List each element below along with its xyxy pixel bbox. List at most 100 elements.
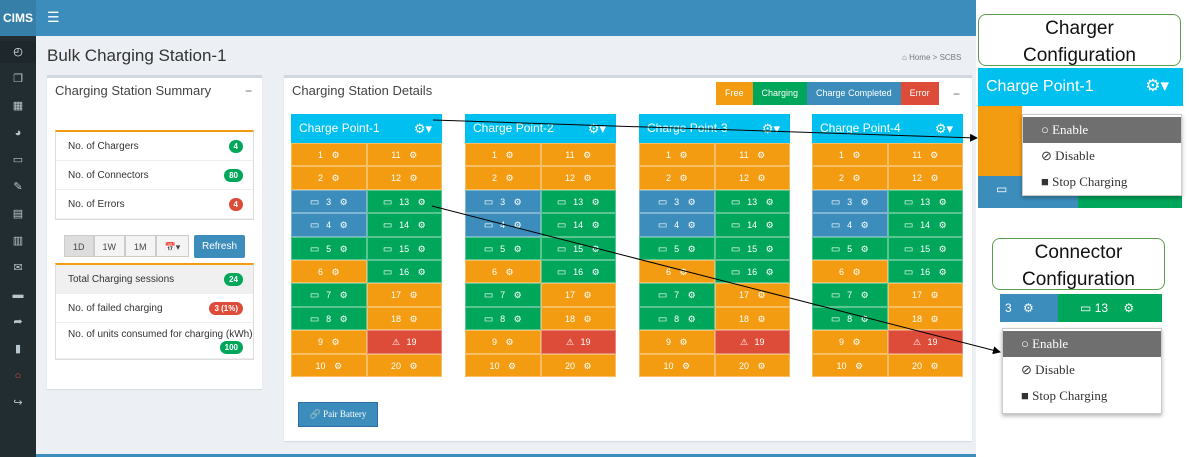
gear-icon[interactable]: ⚙ (589, 267, 600, 277)
connector-cell[interactable]: ▭ 3 ⚙ (639, 189, 715, 214)
copy-icon[interactable]: ❐ (0, 68, 36, 90)
gear-icon[interactable]: ⚙ (505, 361, 516, 371)
connector-cell[interactable]: 9 ⚙ (465, 330, 541, 354)
connector-cell[interactable]: ▭ 14 ⚙ (887, 213, 963, 237)
connector-cell[interactable]: ▭ 8 ⚙ (465, 306, 541, 331)
connector-cell[interactable]: ▭ 8 ⚙ (639, 306, 715, 331)
gear-icon[interactable]: ⚙ (755, 173, 765, 183)
gear-icon[interactable]: ⚙ (331, 361, 342, 371)
connector-cell[interactable]: ▭ 16 ⚙ (887, 259, 963, 284)
connector-cell[interactable]: 17 ⚙ (714, 283, 790, 307)
gear-icon[interactable]: ⚙ (928, 173, 938, 183)
connector-cell[interactable]: 2 ⚙ (291, 166, 367, 190)
gear-icon[interactable]: ⚙ (503, 150, 513, 160)
gear-icon[interactable]: ⚙ (850, 337, 860, 347)
connector-cell[interactable]: ⚠ 19 (714, 330, 790, 354)
connector-cell[interactable]: 18 ⚙ (540, 306, 616, 331)
connector-cell[interactable]: ▭ 5 ⚙ (291, 236, 367, 260)
connector-cell[interactable]: 2 ⚙ (465, 166, 541, 190)
gear-icon[interactable]: ⚙ (928, 150, 938, 160)
gear-icon[interactable]: ⚙ (589, 244, 600, 254)
gear-icon[interactable]: ⚙▾ (762, 114, 780, 143)
gear-icon[interactable]: ⚙ (503, 267, 513, 277)
gear-icon[interactable]: ⚙ (407, 150, 417, 160)
gear-icon[interactable]: ⚙ (679, 361, 690, 371)
connector-cell[interactable]: ▭ 7 ⚙ (812, 283, 888, 307)
gear-icon[interactable]: ⚙ (407, 290, 417, 300)
connector-cell[interactable]: ▭ 14 ⚙ (714, 213, 790, 237)
gear-icon[interactable]: ⚙ (936, 220, 947, 230)
gear-icon[interactable]: ⚙ (337, 314, 348, 324)
calendar-icon[interactable]: ▥ (0, 230, 36, 252)
gear-icon[interactable]: ⚙ (589, 220, 600, 230)
connector-cell[interactable]: ⚠ 19 (887, 330, 963, 354)
gear-icon[interactable]: ⚙▾ (935, 114, 953, 143)
connector-cell[interactable]: 6 ⚙ (465, 259, 541, 284)
connector-cell[interactable]: ▭ 4 ⚙ (465, 213, 541, 237)
connector-cell[interactable]: ▭ 16 ⚙ (714, 259, 790, 284)
gear-icon[interactable]: ⚙ (850, 173, 860, 183)
gear-icon[interactable]: ⚙ (685, 290, 696, 300)
calendar-dropdown[interactable]: 📅▾ (155, 235, 190, 257)
connector-cell[interactable]: 6 ⚙ (812, 259, 888, 284)
connector-cell[interactable]: ▭ 13 ⚙ (366, 189, 442, 214)
gear-icon[interactable]: ⚙ (337, 220, 348, 230)
gear-icon[interactable]: ⚙ (936, 244, 947, 254)
connector-cell[interactable]: 10 ⚙ (812, 353, 888, 377)
gear-icon[interactable]: ⚙ (511, 244, 522, 254)
connector-cell[interactable]: 20 ⚙ (714, 353, 790, 377)
gear-icon[interactable]: ⚙ (581, 150, 591, 160)
connector-cell[interactable]: 1 ⚙ (812, 143, 888, 167)
connector-cell[interactable]: 20 ⚙ (366, 353, 442, 377)
connector-cell[interactable]: ⚠ 19 (540, 330, 616, 354)
gear-icon[interactable]: ⚙ (850, 267, 860, 277)
pie-chart-icon[interactable]: ◕ (0, 122, 36, 144)
range-button[interactable]: 1D (64, 235, 94, 257)
gear-icon[interactable]: ⚙ (581, 173, 591, 183)
gear-icon[interactable]: ⚙ (858, 220, 869, 230)
connector-cell[interactable]: 12 ⚙ (887, 166, 963, 190)
gear-icon[interactable]: ⚙ (763, 267, 774, 277)
connector-cell[interactable]: 11 ⚙ (714, 143, 790, 167)
gear-icon[interactable]: ⚙ (511, 290, 522, 300)
connector-cell[interactable]: 12 ⚙ (714, 166, 790, 190)
connector-cell[interactable]: ▭ 13 ⚙ (714, 189, 790, 214)
collapse-button[interactable]: − (953, 87, 960, 101)
connector-cell[interactable]: ▭ 14 ⚙ (366, 213, 442, 237)
gear-icon[interactable]: ⚙ (415, 197, 426, 207)
connector-cell[interactable]: 11 ⚙ (887, 143, 963, 167)
connector-cell[interactable]: 6 ⚙ (639, 259, 715, 284)
sign-out-icon[interactable]: ↪ (0, 392, 36, 414)
edit-icon[interactable]: ✎ (0, 176, 36, 198)
gear-icon[interactable]: ⚙ (589, 197, 600, 207)
connector-cell[interactable]: 17 ⚙ (366, 283, 442, 307)
breadcrumb-home[interactable]: Home (909, 53, 930, 62)
gear-icon[interactable]: ⚙ (581, 314, 591, 324)
connector-cell[interactable]: 2 ⚙ (812, 166, 888, 190)
gear-icon[interactable]: ⚙ (858, 244, 869, 254)
connector-cell[interactable]: 2 ⚙ (639, 166, 715, 190)
connector-cell[interactable]: 18 ⚙ (714, 306, 790, 331)
stop-charging-option[interactable]: ■ Stop Charging (1003, 383, 1161, 409)
gear-icon[interactable]: ⚙ (763, 220, 774, 230)
grid-icon[interactable]: ▦ (0, 95, 36, 117)
gear-icon[interactable]: ⚙ (685, 314, 696, 324)
gear-icon[interactable]: ⚙ (677, 150, 687, 160)
connector-cell[interactable]: ▭ 8 ⚙ (812, 306, 888, 331)
connector-cell[interactable]: 6 ⚙ (291, 259, 367, 284)
gear-icon[interactable]: ⚙ (581, 361, 591, 371)
gear-icon[interactable]: ⚙ (407, 173, 417, 183)
connector-cell[interactable]: 10 ⚙ (639, 353, 715, 377)
connector-cell[interactable]: ▭ 4 ⚙ (639, 213, 715, 237)
connector-cell[interactable]: 1 ⚙ (465, 143, 541, 167)
gear-icon[interactable]: ⚙ (928, 314, 938, 324)
connector-cell[interactable]: 1 ⚙ (639, 143, 715, 167)
pair-battery-button[interactable]: 🔗 Pair Battery (298, 402, 378, 427)
enable-option[interactable]: ○ Enable (1003, 331, 1161, 357)
connector-cell[interactable]: 17 ⚙ (540, 283, 616, 307)
gear-icon[interactable]: ⚙ (1123, 301, 1134, 315)
connector-cell[interactable]: 17 ⚙ (887, 283, 963, 307)
gear-icon[interactable]: ⚙ (329, 337, 339, 347)
gear-icon[interactable]: ⚙ (329, 267, 339, 277)
stop-charging-option[interactable]: ■ Stop Charging (1023, 169, 1181, 195)
